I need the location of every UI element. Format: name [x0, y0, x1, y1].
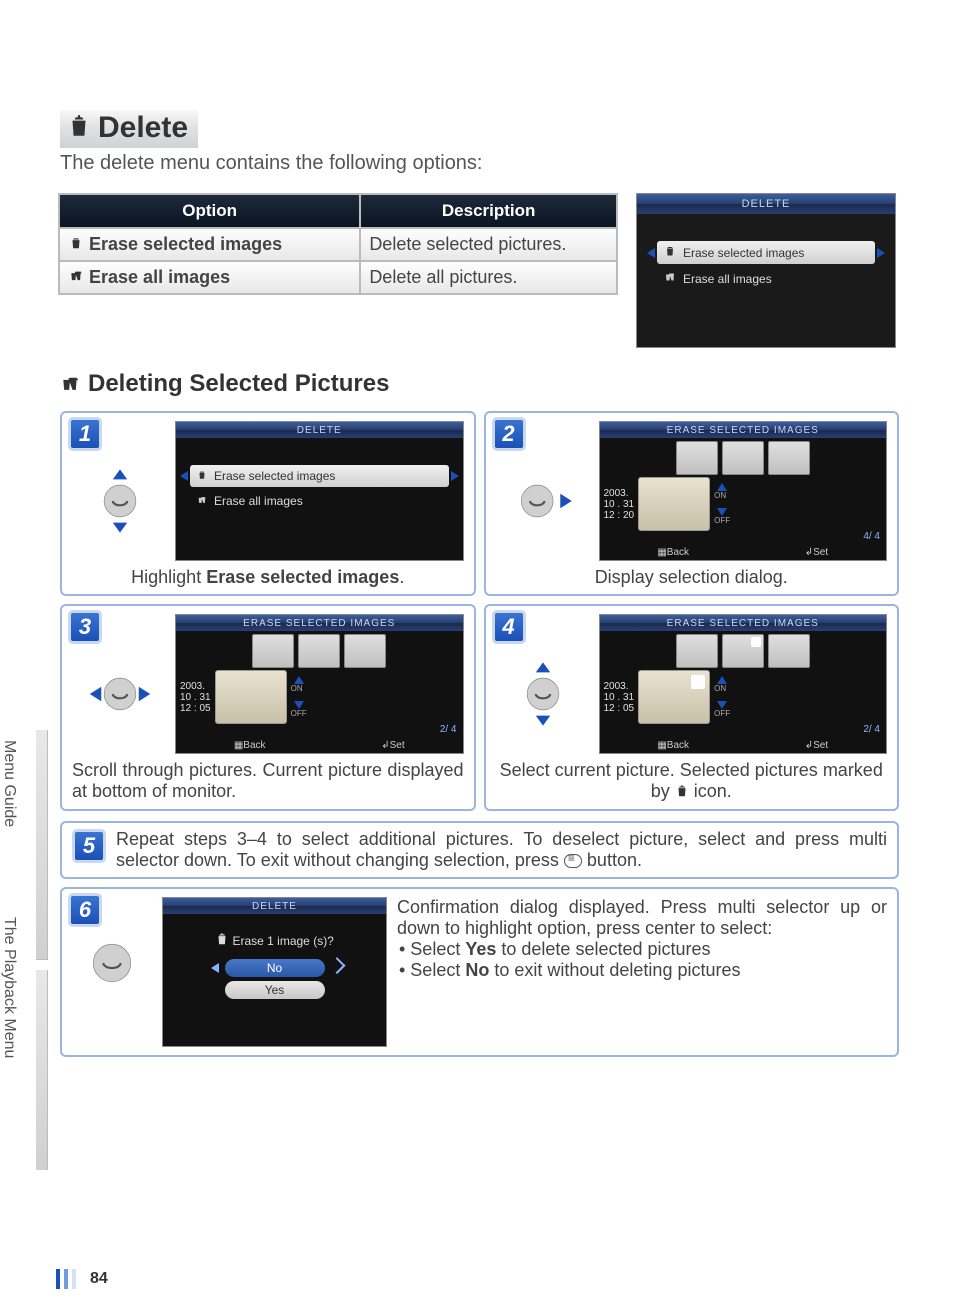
trash-icon	[215, 932, 229, 949]
menu-erase-selected: Erase selected images	[657, 241, 875, 264]
set-hint: ↲Set	[381, 740, 404, 751]
thumb-date: 2003.10 . 3112 : 05	[604, 681, 635, 714]
lcd-step-3: ERASE SELECTED IMAGES 2003.10 . 3112 : 0…	[175, 614, 464, 754]
th-option: Option	[59, 194, 360, 228]
on-off-toggle: ON OFF	[714, 676, 730, 718]
trash-all-icon	[663, 271, 677, 286]
lcd-step-2: ERASE SELECTED IMAGES 2003.10 . 3112 : 2…	[599, 421, 888, 561]
menu-erase-selected: Erase selected images	[190, 465, 449, 487]
step-2-caption: Display selection dialog.	[496, 567, 888, 588]
step-number-5: 5	[72, 829, 106, 863]
step-6-text: Confirmation dialog displayed. Press mul…	[397, 897, 887, 981]
confirm-text: Erase 1 image (s)?	[163, 932, 386, 949]
menu-erase-all: Erase all images	[190, 490, 449, 512]
back-hint: ▦Back	[657, 547, 689, 558]
step-6: 6 DELETE Erase 1 image (s)? No Yes Confi…	[60, 887, 899, 1057]
step-number-4: 4	[492, 610, 526, 644]
step-3: 3 ERASE SELECTED IMAGES 2003.10 . 3112 :…	[60, 604, 476, 811]
on-off-toggle: ON OFF	[291, 676, 307, 718]
trash-all-icon	[60, 373, 80, 401]
lcd-step-6: DELETE Erase 1 image (s)? No Yes	[162, 897, 387, 1047]
set-hint: ↲Set	[805, 740, 828, 751]
step-number-1: 1	[68, 417, 102, 451]
set-hint: ↲Set	[805, 547, 828, 558]
back-hint: ▦Back	[657, 740, 689, 751]
counter: 4/ 4	[863, 531, 880, 542]
th-description: Description	[360, 194, 617, 228]
side-accent-1	[36, 730, 48, 960]
lcd-title: DELETE	[297, 425, 342, 436]
thumb-date: 2003.10 . 3112 : 20	[604, 488, 635, 521]
opt-erase-selected-desc: Delete selected pictures.	[360, 228, 617, 261]
side-tab-playback-menu: The Playback Menu	[0, 907, 18, 1068]
step-2: 2 ERASE SELECTED IMAGES 2003.10 . 3112 :…	[484, 411, 900, 596]
options-table: Option Description Erase selected images…	[58, 193, 618, 295]
side-tab-menu-guide: Menu Guide	[0, 730, 18, 837]
step-4-caption: Select current picture. Selected picture…	[496, 760, 888, 803]
lcd-title: ERASE SELECTED IMAGES	[667, 425, 819, 436]
on-off-toggle: ON OFF	[714, 483, 730, 525]
opt-erase-all-desc: Delete all pictures.	[360, 261, 617, 294]
step-3-caption: Scroll through pictures. Current picture…	[72, 760, 464, 802]
lcd-preview-top: DELETE Erase selected images Erase all i…	[636, 193, 896, 348]
counter: 2/ 4	[863, 724, 880, 735]
trash-icon	[675, 782, 689, 803]
lcd-title: ERASE SELECTED IMAGES	[243, 618, 395, 629]
page-title: Delete	[60, 110, 198, 148]
step-1-caption: Highlight Erase selected images.	[72, 567, 464, 588]
menu-erase-all: Erase all images	[657, 267, 875, 290]
step-4: 4 ERASE SELECTED IMAGES 2003.10 . 3112 :…	[484, 604, 900, 811]
intro-text: The delete menu contains the following o…	[60, 152, 899, 175]
page-number: 84	[56, 1268, 108, 1290]
step-number-3: 3	[68, 610, 102, 644]
opt-erase-selected: Erase selected images	[59, 228, 360, 261]
lcd-step-4: ERASE SELECTED IMAGES 2003.10 . 3112 : 0…	[599, 614, 888, 754]
lcd-title-delete: DELETE	[742, 198, 791, 210]
current-thumb	[215, 670, 287, 724]
trash-all-icon	[196, 494, 208, 508]
step-5: 5 Repeat steps 3–4 to select additional …	[60, 821, 899, 879]
counter: 2/ 4	[440, 724, 457, 735]
page-title-text: Delete	[98, 111, 188, 144]
trash-selected-icon	[196, 469, 208, 483]
menu-button-icon	[564, 854, 582, 868]
step-number-6: 6	[68, 893, 102, 927]
side-accent-2	[36, 970, 48, 1170]
opt-erase-all: Erase all images	[59, 261, 360, 294]
trash-selected-icon	[68, 234, 84, 248]
confirm-yes: Yes	[225, 981, 325, 999]
current-thumb	[638, 477, 710, 531]
section-heading: Deleting Selected Pictures	[60, 370, 899, 401]
step-1: 1 DELETE Erase selected images Erase all…	[60, 411, 476, 596]
trash-selected-icon	[663, 245, 677, 260]
back-hint: ▦Back	[234, 740, 266, 751]
current-thumb-marked	[638, 670, 710, 724]
step-5-text: Repeat steps 3–4 to select additional pi…	[116, 829, 887, 871]
lcd-title: ERASE SELECTED IMAGES	[667, 618, 819, 629]
lcd-title: DELETE	[252, 901, 297, 912]
step-number-2: 2	[492, 417, 526, 451]
trash-all-icon	[68, 267, 84, 281]
lcd-step-1: DELETE Erase selected images Erase all i…	[175, 421, 464, 561]
thumb-date: 2003.10 . 3112 : 05	[180, 681, 211, 714]
confirm-no: No	[225, 959, 325, 977]
trash-icon	[66, 113, 92, 147]
